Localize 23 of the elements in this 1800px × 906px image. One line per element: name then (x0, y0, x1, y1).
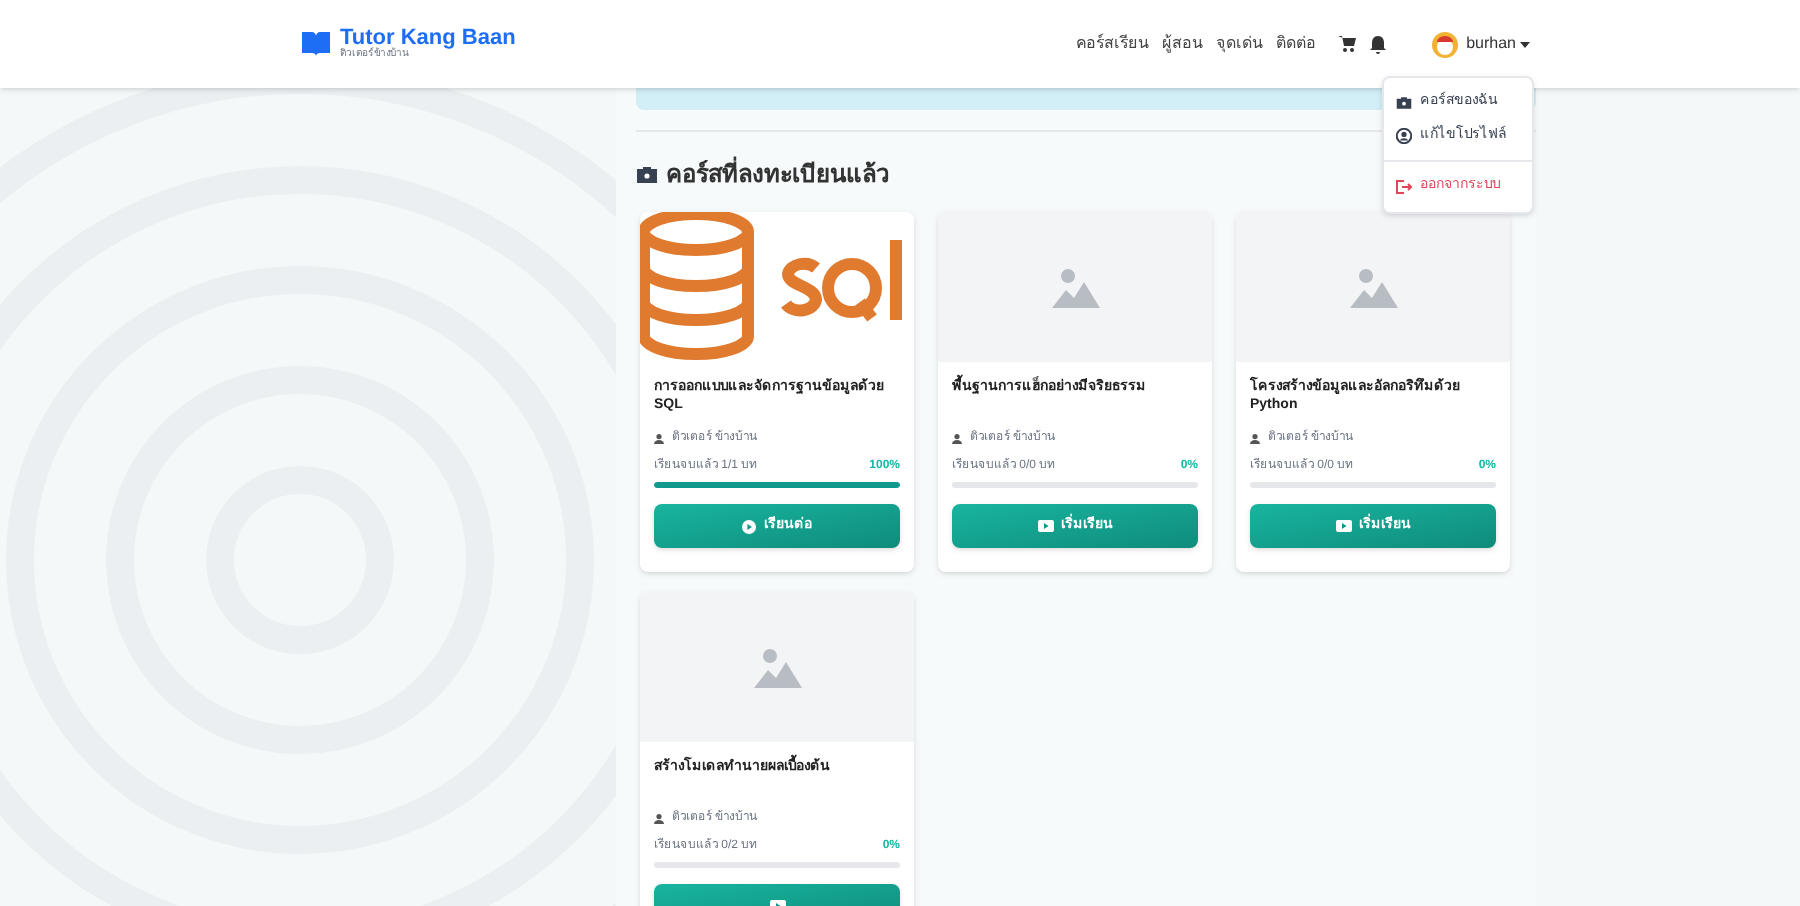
section-heading: คอร์สที่ลงทะเบียนแล้ว (666, 156, 890, 192)
image-placeholder-icon (1051, 267, 1099, 307)
book-icon (300, 30, 332, 58)
user-icon (654, 434, 664, 444)
nav-link[interactable]: จุดเด่น (1216, 32, 1263, 56)
image-placeholder-icon (1349, 267, 1397, 307)
user-icon (952, 434, 962, 444)
avatar-icon[interactable] (1432, 31, 1459, 57)
cart-icon[interactable] (1338, 36, 1357, 52)
user-icon (1250, 434, 1260, 444)
nav-link[interactable]: ติดต่อ (1276, 32, 1317, 56)
play-icon (742, 519, 756, 533)
nav-link[interactable]: ผู้สอน (1162, 32, 1203, 56)
video-icon (1037, 520, 1053, 532)
caret-icon (1520, 41, 1530, 47)
user-menu-button[interactable]: burhan (1466, 32, 1530, 56)
bell-icon[interactable] (1370, 35, 1387, 53)
image-placeholder-icon (753, 647, 801, 687)
nav-link[interactable]: คอร์สเรียน (1076, 32, 1149, 56)
user-icon (654, 814, 664, 824)
video-icon (1335, 520, 1351, 532)
logout-icon (1396, 179, 1412, 194)
brand-name[interactable]: Tutor Kang Baan (340, 28, 516, 50)
